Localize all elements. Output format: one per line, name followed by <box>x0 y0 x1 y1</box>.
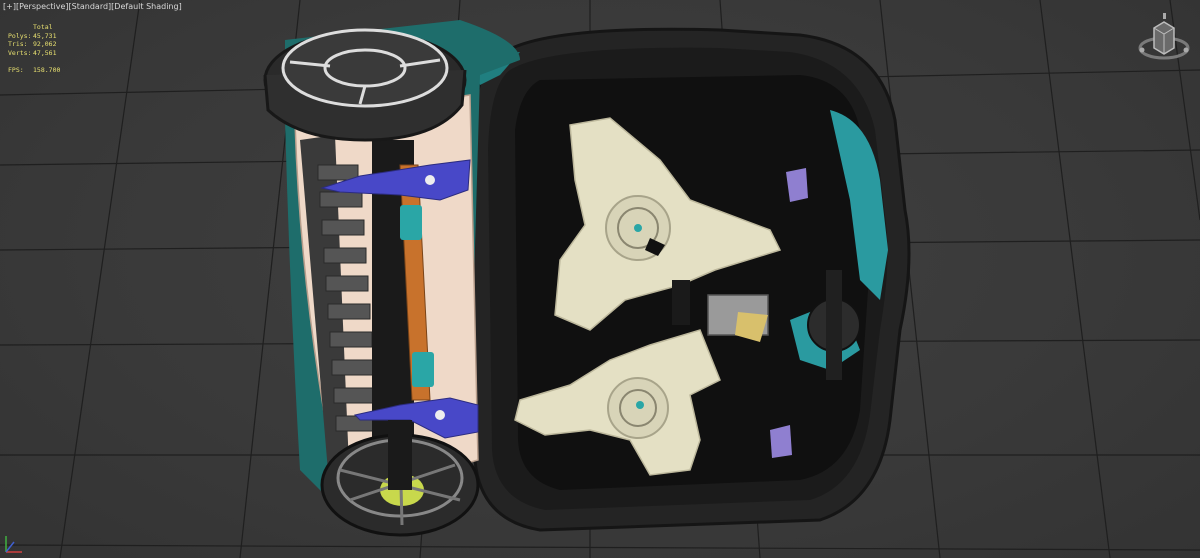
render-style-button[interactable]: [Standard] <box>69 2 112 11</box>
polys-label: Polys: <box>8 31 32 40</box>
top-knob[interactable] <box>263 28 467 142</box>
verts-value: 47,561 <box>33 48 57 57</box>
viewport-scene[interactable] <box>0 0 1200 558</box>
tris-value: 92,062 <box>33 40 57 49</box>
viewport-menu-button[interactable]: [+] <box>3 2 16 11</box>
tris-label: Tris: <box>8 40 28 49</box>
perspective-viewport[interactable]: [+][Perspective][Standard][Default Shadi… <box>0 0 1200 558</box>
verts-label: Verts: <box>8 48 32 57</box>
stats-header: Total <box>33 23 53 32</box>
shading-mode-button[interactable]: [Default Shading] <box>111 2 182 11</box>
view-mode-button[interactable]: [Perspective] <box>16 2 69 11</box>
viewport-label: [+][Perspective][Standard][Default Shadi… <box>3 2 182 11</box>
fps-value: 158.700 <box>33 65 61 74</box>
axis-tripod-icon <box>5 536 22 553</box>
fps-label: FPS: <box>8 65 24 74</box>
polys-value: 45,731 <box>33 31 57 40</box>
viewcube-icon[interactable] <box>1136 10 1192 66</box>
stats-overlay: Total Polys: 45,731 Tris: 92,062 Verts: 47,… <box>8 23 60 74</box>
